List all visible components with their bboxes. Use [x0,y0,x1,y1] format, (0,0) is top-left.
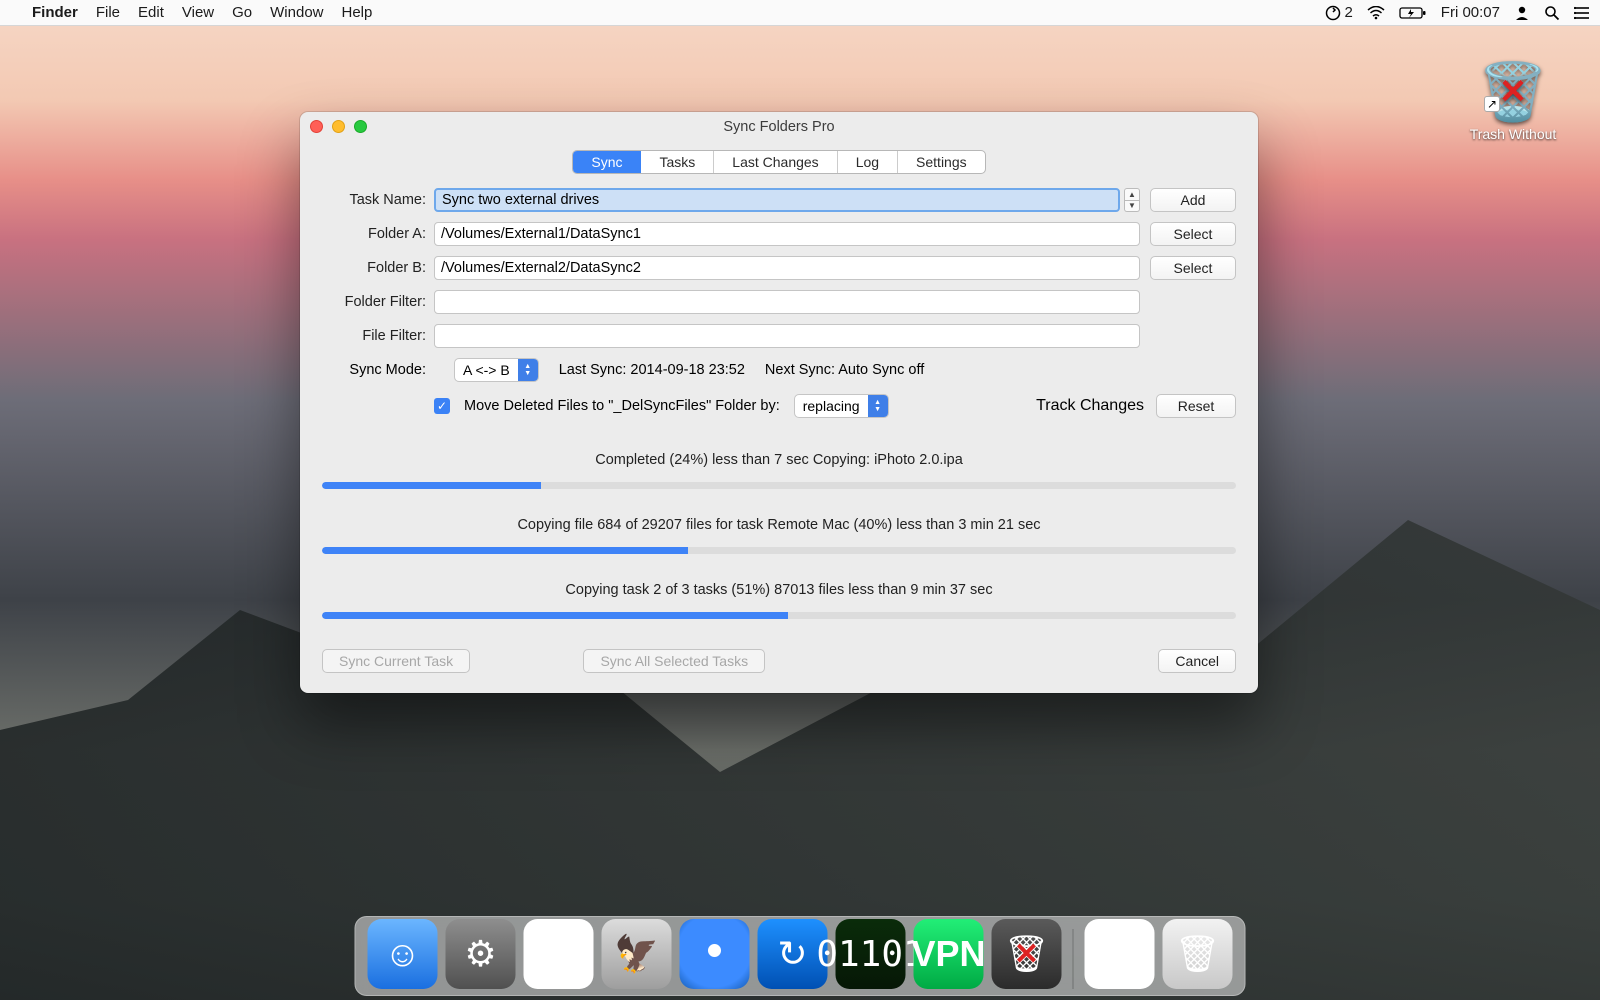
tab-tasks[interactable]: Tasks [641,151,714,173]
titlebar[interactable]: Sync Folders Pro [300,112,1258,142]
sync-status-icon[interactable]: 2 [1325,4,1352,21]
menu-window[interactable]: Window [270,4,323,21]
menubar: Finder File Edit View Go Window Help 2 F… [0,0,1600,26]
replace-mode-select[interactable]: replacing ▲▼ [794,394,889,418]
sync-mode-label: Sync Mode: [322,362,434,378]
user-icon[interactable] [1514,5,1530,21]
task-stepper[interactable]: ▲ ▼ [1124,188,1140,212]
dock: ☺ ⚙ 30 🦅 ↻ 01101 VPN 🗑 🖼 🗑 [355,916,1246,996]
dock-pictures-icon[interactable]: 🖼 [1085,919,1155,989]
folder-a-input[interactable] [434,222,1140,246]
move-deleted-checkbox[interactable]: ✓ [434,398,450,414]
menubar-app-name[interactable]: Finder [32,4,78,21]
menu-help[interactable]: Help [342,4,373,21]
window-title: Sync Folders Pro [723,119,834,135]
tab-sync[interactable]: Sync [573,151,641,173]
sync-folders-pro-window: Sync Folders Pro Sync Tasks Last Changes… [300,112,1258,693]
chevron-up-icon: ▲ [1124,188,1140,201]
progress-1-fill [322,482,541,489]
dock-trash-icon[interactable]: 🗑 [1163,919,1233,989]
menubar-clock[interactable]: Fri 00:07 [1441,4,1500,21]
window-close-button[interactable] [310,120,323,133]
progress-2-text: Copying file 684 of 29207 files for task… [322,517,1236,533]
menu-go[interactable]: Go [232,4,252,21]
folder-b-input[interactable] [434,256,1140,280]
chevron-down-icon: ▼ [1124,201,1140,213]
chevron-down-icon: ▼ [874,406,881,413]
progress-2-fill [322,547,688,554]
dock-360-icon[interactable]: 01101 [836,919,906,989]
desktop-icon-trash-without[interactable]: 🗑️✕ ↗ Trash Without [1458,64,1568,142]
progress-3-bar [322,612,1236,619]
dock-trashx-icon[interactable]: 🗑 [992,919,1062,989]
folder-b-select-button[interactable]: Select [1150,256,1236,280]
progress-2-bar [322,547,1236,554]
dock-calendar-icon[interactable]: 30 [524,919,594,989]
window-zoom-button[interactable] [354,120,367,133]
file-filter-input[interactable] [434,324,1140,348]
reset-button[interactable]: Reset [1156,394,1236,418]
progress-1-text: Completed (24%) less than 7 sec Copying:… [322,452,1236,468]
chevron-up-icon: ▲ [524,363,531,370]
sync-badge: 2 [1344,4,1352,21]
main-tabs: Sync Tasks Last Changes Log Settings [572,150,985,174]
sync-mode-value: A <-> B [455,362,518,378]
dock-vpn-icon[interactable]: VPN [914,919,984,989]
track-changes-label: Track Changes [1036,397,1144,415]
tab-settings[interactable]: Settings [898,151,985,173]
progress-3-fill [322,612,788,619]
last-sync-text: Last Sync: 2014-09-18 23:52 [559,362,745,378]
task-name-label: Task Name: [322,192,434,208]
folder-b-label: Folder B: [322,260,434,276]
chevron-up-icon: ▲ [874,399,881,406]
file-filter-label: File Filter: [322,328,434,344]
task-name-input[interactable] [434,188,1120,212]
refresh-icon [1325,5,1341,21]
sync-current-task-button[interactable]: Sync Current Task [322,649,470,673]
notification-center-icon[interactable] [1574,6,1590,20]
dock-separator [1073,929,1074,989]
folder-a-label: Folder A: [322,226,434,242]
window-minimize-button[interactable] [332,120,345,133]
next-sync-text: Next Sync: Auto Sync off [765,362,924,378]
replace-mode-value: replacing [795,398,868,414]
menu-edit[interactable]: Edit [138,4,164,21]
folder-filter-label: Folder Filter: [322,294,434,310]
tab-last-changes[interactable]: Last Changes [714,151,837,173]
menu-file[interactable]: File [96,4,120,21]
add-button[interactable]: Add [1150,188,1236,212]
wifi-icon[interactable] [1367,6,1385,20]
sync-mode-select[interactable]: A <-> B ▲▼ [454,358,539,382]
battery-icon[interactable] [1399,6,1427,20]
sync-all-tasks-button[interactable]: Sync All Selected Tasks [583,649,765,673]
progress-3-text: Copying task 2 of 3 tasks (51%) 87013 fi… [322,582,1236,598]
dock-mail-icon[interactable]: 🦅 [602,919,672,989]
folder-filter-input[interactable] [434,290,1140,314]
cancel-button[interactable]: Cancel [1158,649,1236,673]
chevron-down-icon: ▼ [524,370,531,377]
move-deleted-label: Move Deleted Files to "_DelSyncFiles" Fo… [464,398,780,414]
desktop-icon-label: Trash Without [1458,126,1568,142]
folder-a-select-button[interactable]: Select [1150,222,1236,246]
progress-1-bar [322,482,1236,489]
menu-view[interactable]: View [182,4,214,21]
dock-settings-icon[interactable]: ⚙ [446,919,516,989]
dock-safari-icon[interactable] [680,919,750,989]
alias-arrow-icon: ↗ [1484,96,1500,112]
tab-log[interactable]: Log [838,151,898,173]
dock-finder-icon[interactable]: ☺ [368,919,438,989]
spotlight-icon[interactable] [1544,5,1560,21]
